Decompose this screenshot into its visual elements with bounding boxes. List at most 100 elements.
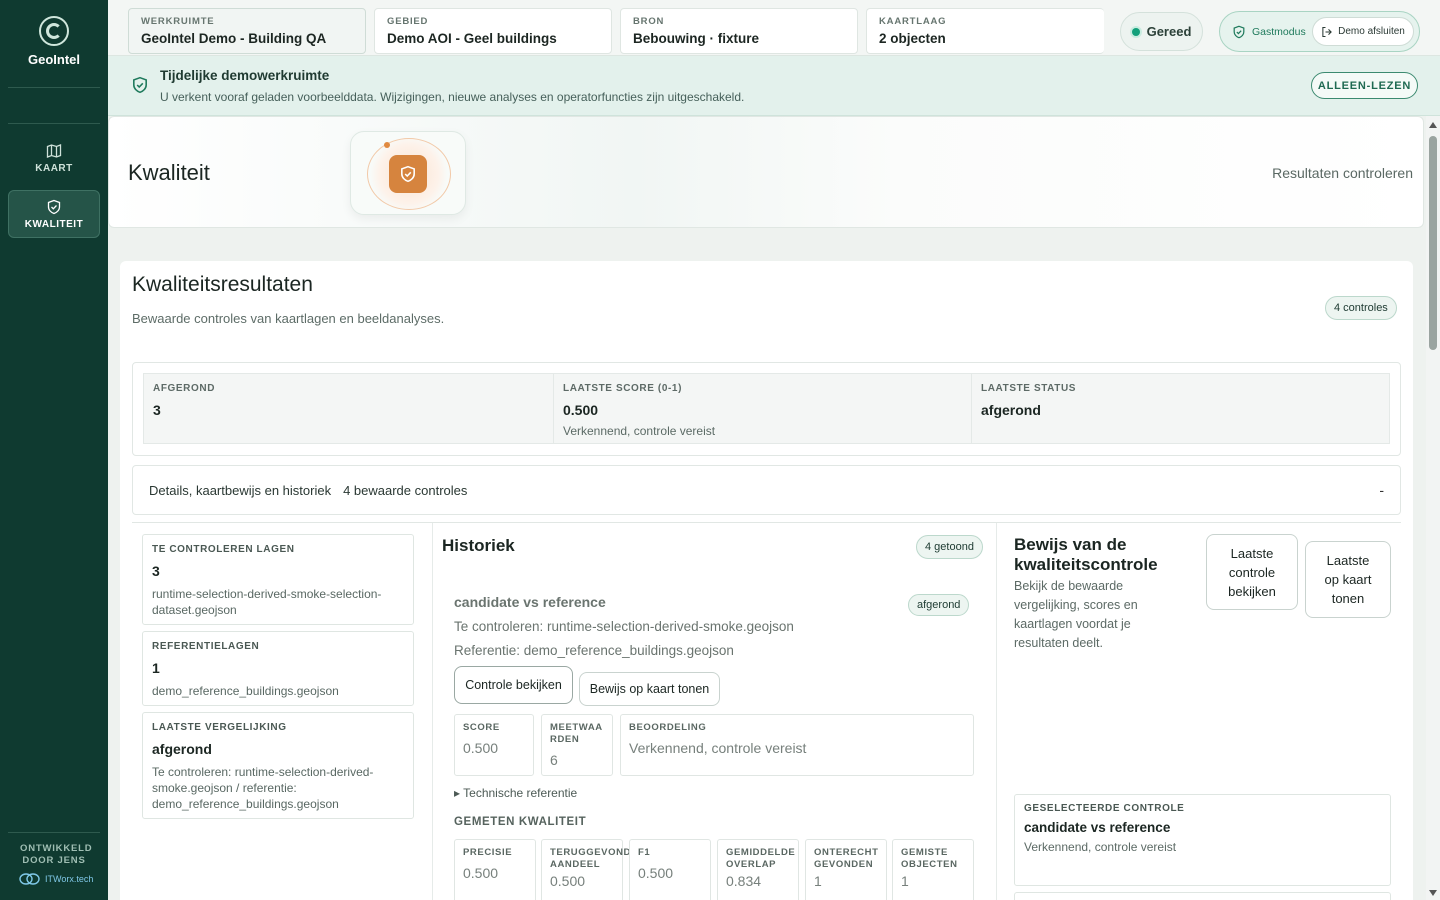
stat-latest-score: LAATSTE SCORE (0-1) 0.500 Verkennend, co… <box>553 373 972 444</box>
mini-label: ONTERECHT GEVONDEN <box>814 847 879 870</box>
geointel-logo-icon[interactable] <box>39 16 69 46</box>
chip-value: Demo AOI - Geel buildings <box>387 31 557 46</box>
selected-check-card: GESELECTEERDE CONTROLE candidate vs refe… <box>1014 794 1391 886</box>
scroll-down-icon[interactable] <box>1429 890 1437 896</box>
candidate-layers-card: TE CONTROLEREN LAGEN 3 runtime-selection… <box>142 534 414 625</box>
evidence-description: Bekijk de bewaarde vergelijking, scores … <box>1014 579 1138 650</box>
mini-value: 1 <box>814 873 822 889</box>
column-divider <box>432 523 433 900</box>
mini-value: 0.500 <box>463 865 499 881</box>
banner-text: U verkent vooraf geladen voorbeelddata. … <box>160 90 745 104</box>
stat-value: 3 <box>153 402 161 418</box>
readonly-badge[interactable]: ALLEEN-LEZEN <box>1311 72 1418 99</box>
metric-missed-objects: GEMISTE OBJECTEN 1 <box>892 839 974 900</box>
sidebar-item-label: KAART <box>35 162 73 174</box>
status-dot-icon <box>1131 27 1140 36</box>
collapse-icon[interactable]: - <box>1379 482 1384 498</box>
stat-value: 0.500 <box>563 402 599 418</box>
evidence-title: Bewijs van de kwaliteitscontrole <box>1014 535 1158 574</box>
shield-check-icon <box>47 199 61 214</box>
main-content[interactable]: Kwaliteit Resultaten controleren Kwalite… <box>108 116 1426 900</box>
sidebar-item-kaart[interactable]: KAART <box>8 134 100 182</box>
rating-box: BEOORDELING Verkennend, controle vereist <box>620 714 974 776</box>
chip-label: BRON <box>633 16 665 27</box>
chip-label: GEBIED <box>387 16 429 27</box>
end-demo-button[interactable]: Demo afsluiten <box>1312 17 1414 46</box>
status-text: Gereed <box>1146 24 1192 39</box>
stat-label: AFGEROND <box>153 383 216 394</box>
stats-summary: AFGEROND 3 LAATSTE SCORE (0-1) 0.500 Ver… <box>132 362 1401 456</box>
stat-latest-status: LAATSTE STATUS afgerond <box>971 373 1390 444</box>
source-chip[interactable]: BRON Bebouwing · fixture <box>620 8 858 54</box>
chip-value: Bebouwing · fixture <box>633 31 759 46</box>
page-title: Kwaliteit <box>128 160 210 185</box>
view-check-button[interactable]: Controle bekijken <box>454 666 573 704</box>
card-label: LAATSTE VERGELIJKING <box>152 722 287 733</box>
sidebar-divider <box>8 832 100 833</box>
show-latest-on-map-button[interactable]: Laatste op kaart tonen <box>1305 541 1391 618</box>
page-subtitle: Resultaten controleren <box>1272 165 1413 181</box>
scrollbar[interactable] <box>1426 116 1440 900</box>
mini-value: Verkennend, controle vereist <box>629 740 807 756</box>
card-note: Te controleren: runtime-selection-derive… <box>152 765 374 811</box>
shown-count-badge: 4 getoond <box>916 535 983 559</box>
itworx-logo-text: ITWorx.tech <box>45 874 94 884</box>
shield-check-icon <box>133 76 147 94</box>
column-divider <box>996 523 997 900</box>
results-panel: Kwaliteitsresultaten Bewaarde controles … <box>120 261 1413 900</box>
sidebar-item-label: KWALITEIT <box>24 218 84 230</box>
show-evidence-on-map-button[interactable]: Bewijs op kaart tonen <box>579 672 720 706</box>
latest-comparison-card: LAATSTE VERGELIJKING afgerond Te control… <box>142 712 414 819</box>
guest-mode-pill: Gastmodus Demo afsluiten <box>1219 11 1420 52</box>
metric-recall: TERUGGEVONDEN AANDEEL 0.500 <box>541 839 646 900</box>
technical-reference-toggle[interactable]: ▸ Technische referentie <box>454 786 577 800</box>
map-layer-chip[interactable]: KAARTLAAG 2 objecten <box>866 8 1104 54</box>
card-label: TE CONTROLEREN LAGEN <box>152 544 295 555</box>
details-count: 4 bewaarde controles <box>343 482 468 498</box>
chip-label: WERKRUIMTE <box>141 16 215 27</box>
metric-mean-overlap: GEMIDDELDE OVERLAP 0.834 <box>717 839 799 900</box>
card-note: demo_reference_buildings.geojson <box>152 684 339 698</box>
workspace-chip[interactable]: WERKRUIMTE GeoIntel Demo - Building QA <box>128 8 366 54</box>
mini-value: 0.500 <box>463 740 499 756</box>
mini-value: 0.500 <box>638 865 674 881</box>
logout-icon <box>1322 26 1333 37</box>
scroll-up-icon[interactable] <box>1429 122 1437 128</box>
metric-f1: F1 0.500 <box>629 839 711 900</box>
entry-reference: Referentie: demo_reference_buildings.geo… <box>454 643 734 658</box>
banner-title: Tijdelijke demowerkruimte <box>160 68 330 83</box>
checks-count-badge: 4 controles <box>1325 296 1397 320</box>
status-badge: Gereed <box>1120 12 1203 51</box>
mini-label: SCORE <box>463 722 500 733</box>
sidebar-item-kwaliteit[interactable]: KWALITEIT <box>8 190 100 238</box>
chip-value: GeoIntel Demo - Building QA <box>141 31 327 46</box>
history-title: Historiek <box>442 536 515 555</box>
area-chip[interactable]: GEBIED Demo AOI - Geel buildings <box>374 8 612 54</box>
measurements-box: MEETWAARDEN 6 <box>541 714 613 776</box>
details-toggle-bar[interactable]: Details, kaartbewijs en historiek 4 bewa… <box>132 465 1401 515</box>
stat-label: LAATSTE SCORE (0-1) <box>563 383 682 394</box>
evidence-card <box>1014 892 1391 900</box>
end-demo-label: Demo afsluiten <box>1338 26 1405 37</box>
card-label: REFERENTIELAGEN <box>152 641 260 652</box>
brand-name: GeoIntel <box>27 52 80 67</box>
metric-false-positives: ONTERECHT GEVONDEN 1 <box>805 839 887 900</box>
stat-value: afgerond <box>981 402 1041 418</box>
card-note: runtime-selection-derived-smoke-selectio… <box>152 587 382 617</box>
results-title: Kwaliteitsresultaten <box>132 273 313 296</box>
quality-illustration <box>350 131 466 215</box>
itworx-logo: ITWorx.tech <box>18 871 93 887</box>
score-box: SCORE 0.500 <box>454 714 534 776</box>
sidebar-divider <box>8 87 100 88</box>
card-note: Verkennend, controle vereist <box>1024 840 1177 854</box>
entry-candidate: Te controleren: runtime-selection-derive… <box>454 619 794 634</box>
card-value: candidate vs reference <box>1024 820 1171 835</box>
developed-by-text: ONTWIKKELD DOOR JENS <box>20 843 93 866</box>
card-value: 1 <box>152 660 160 676</box>
scroll-thumb[interactable] <box>1429 136 1437 350</box>
mini-label: TERUGGEVONDEN AANDEEL <box>550 847 646 870</box>
shield-check-icon <box>1233 25 1245 38</box>
view-latest-check-button[interactable]: Laatste controle bekijken <box>1206 534 1298 610</box>
card-value: 3 <box>152 563 160 579</box>
card-label: GESELECTEERDE CONTROLE <box>1024 803 1185 814</box>
